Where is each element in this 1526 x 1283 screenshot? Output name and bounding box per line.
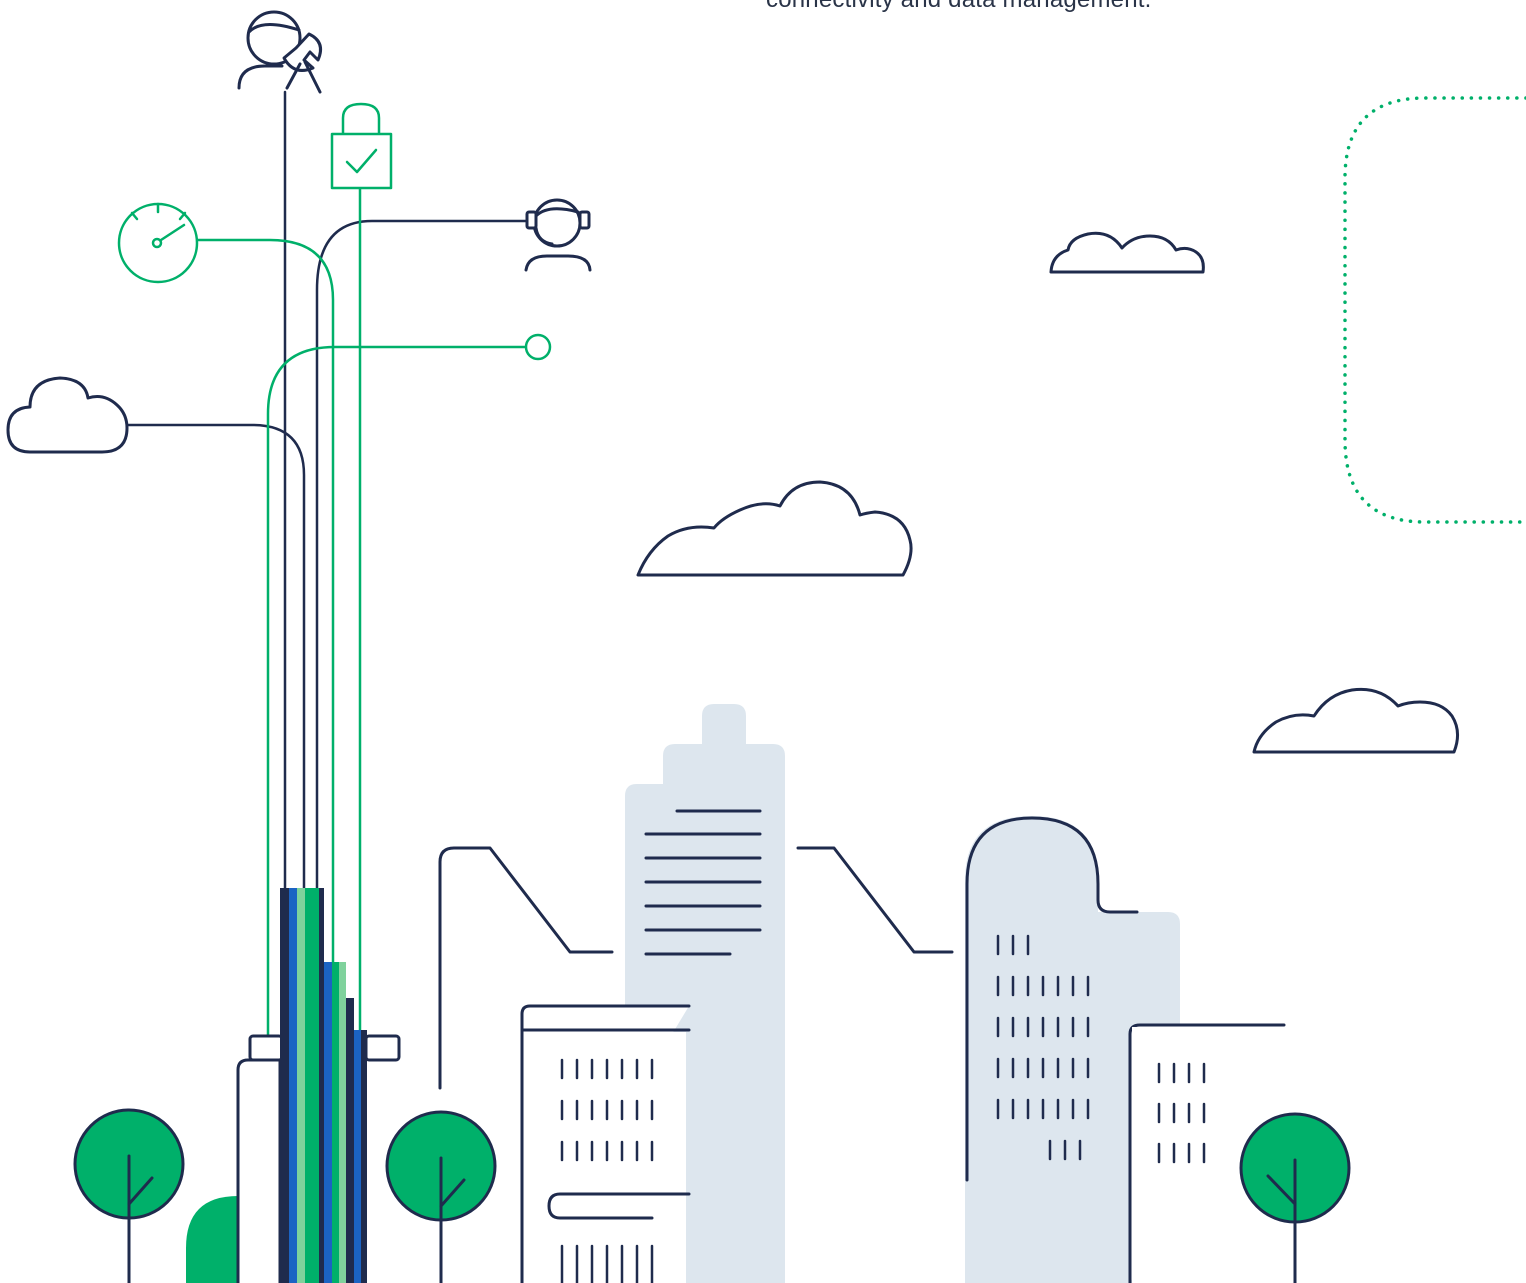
roofline <box>796 846 954 954</box>
endpoint-circle-icon <box>524 333 552 361</box>
tree-icon <box>1239 1112 1351 1283</box>
network-city-illustration: connectivity and data management. <box>0 0 1526 1283</box>
padlock-check-icon <box>330 102 393 190</box>
tree-icon <box>385 1110 497 1283</box>
scene-artwork <box>6 10 1526 1283</box>
technician-wrench-icon <box>237 10 322 94</box>
office-building-icon <box>520 1004 691 1283</box>
data-center-tower-icon <box>186 888 401 1283</box>
cloud-icon <box>6 376 129 454</box>
cloud-icon <box>1049 231 1205 274</box>
dotted-frame <box>1343 96 1526 524</box>
support-agent-headset-icon <box>524 198 592 272</box>
speedometer-icon <box>117 202 199 284</box>
tree-icon <box>73 1108 185 1283</box>
background-buildings <box>625 704 1180 1283</box>
cloud-icon <box>636 480 913 577</box>
cloud-icon <box>1252 687 1459 754</box>
